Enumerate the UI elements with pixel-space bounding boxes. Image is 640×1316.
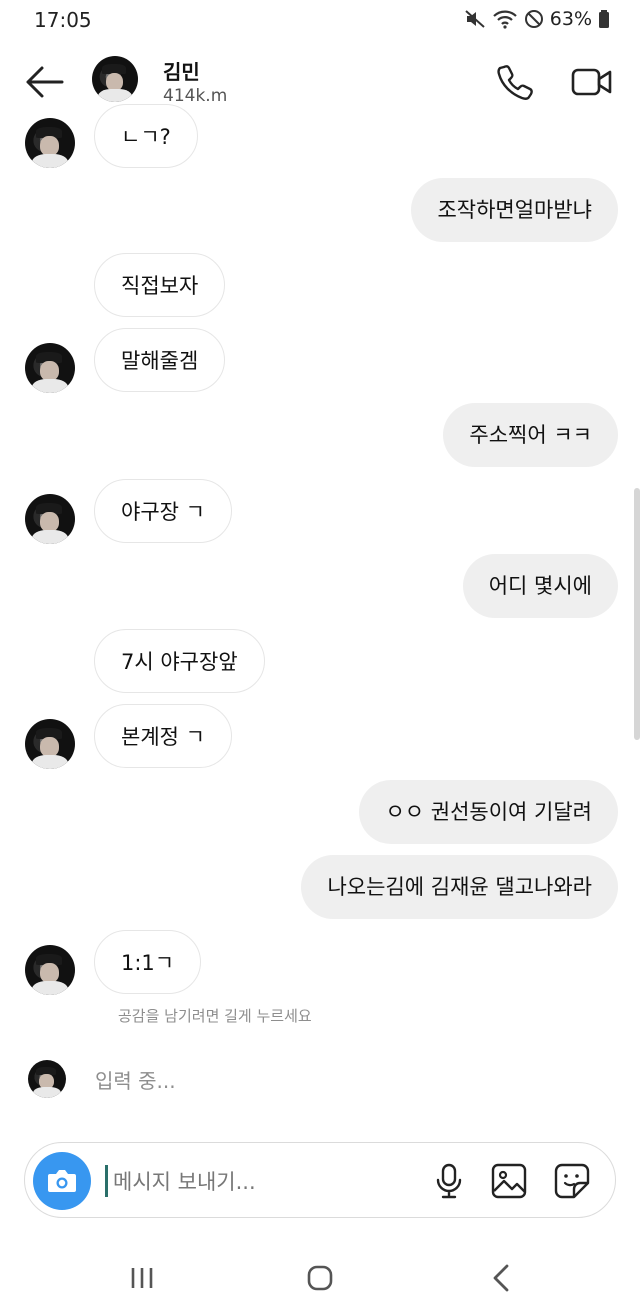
- chevron-left-icon: [493, 1264, 509, 1292]
- do-not-disturb-icon: [524, 10, 543, 28]
- message-bubble-outgoing[interactable]: 조작하면얼마받냐: [411, 178, 618, 242]
- message-composer: [24, 1142, 616, 1218]
- sender-avatar[interactable]: [25, 719, 75, 769]
- recent-apps-icon: [131, 1268, 153, 1288]
- reaction-hint: 공감을 남기려면 길게 누르세요: [118, 1007, 312, 1025]
- text-caret: [105, 1165, 108, 1197]
- sticker-button[interactable]: [552, 1161, 592, 1201]
- sender-avatar[interactable]: [25, 343, 75, 393]
- mute-icon: [465, 10, 485, 28]
- camera-icon: [48, 1170, 76, 1192]
- message-input[interactable]: [111, 1159, 415, 1205]
- camera-button[interactable]: [33, 1152, 91, 1210]
- gallery-button[interactable]: [489, 1161, 529, 1201]
- home-icon: [307, 1265, 333, 1291]
- system-back-button[interactable]: [484, 1260, 520, 1296]
- status-bar: 17:05 63%: [0, 0, 640, 40]
- message-bubble-outgoing[interactable]: ㅇㅇ 권선동이여 기달려: [359, 780, 618, 844]
- message-bubble-incoming[interactable]: 말해줄겜: [94, 328, 226, 392]
- video-call-button[interactable]: [570, 64, 614, 100]
- video-camera-icon: [571, 68, 612, 96]
- back-button[interactable]: [22, 62, 66, 102]
- message-bubble-outgoing[interactable]: 주소찍어 ㅋㅋ: [443, 403, 618, 467]
- scrollbar[interactable]: [634, 488, 640, 740]
- message-bubble-incoming[interactable]: ㄴㄱ?: [94, 104, 198, 168]
- battery-percent: 63%: [549, 8, 592, 30]
- typing-indicator: 입력 중...: [95, 1069, 176, 1093]
- status-time: 17:05: [34, 8, 92, 32]
- message-bubble-incoming[interactable]: 본계정 ㄱ: [94, 704, 232, 768]
- contact-subtitle: 414k.m: [163, 86, 228, 106]
- voice-message-button[interactable]: [429, 1161, 469, 1201]
- chat-header: 김민 414k.m: [0, 40, 640, 124]
- typing-avatar: [28, 1060, 66, 1098]
- system-navigation-bar: [0, 1240, 640, 1316]
- message-bubble-incoming[interactable]: 1:1ㄱ: [94, 930, 202, 994]
- home-button[interactable]: [302, 1260, 338, 1296]
- battery-icon: [599, 10, 609, 28]
- message-bubble-outgoing[interactable]: 나오는김에 김재윤 댈고나와라: [301, 855, 618, 919]
- phone-icon: [497, 65, 533, 100]
- message-bubble-outgoing[interactable]: 어디 몇시에: [462, 554, 618, 618]
- message-bubble-incoming[interactable]: 직접보자: [94, 253, 226, 317]
- voice-call-button[interactable]: [494, 62, 534, 102]
- status-icons: 63%: [464, 8, 610, 30]
- sender-avatar[interactable]: [25, 494, 75, 544]
- recent-apps-button[interactable]: [124, 1260, 160, 1296]
- microphone-icon: [436, 1163, 462, 1199]
- image-icon: [491, 1163, 527, 1199]
- header-avatar[interactable]: [92, 56, 138, 102]
- message-bubble-incoming[interactable]: 야구장 ㄱ: [94, 479, 232, 543]
- arrow-left-icon: [26, 66, 64, 98]
- sender-avatar[interactable]: [25, 945, 75, 995]
- message-bubble-incoming[interactable]: 7시 야구장앞: [94, 629, 265, 693]
- contact-name[interactable]: 김민: [163, 56, 200, 85]
- sticker-icon: [554, 1163, 590, 1199]
- wifi-icon: [493, 10, 517, 29]
- sender-avatar[interactable]: [25, 118, 75, 168]
